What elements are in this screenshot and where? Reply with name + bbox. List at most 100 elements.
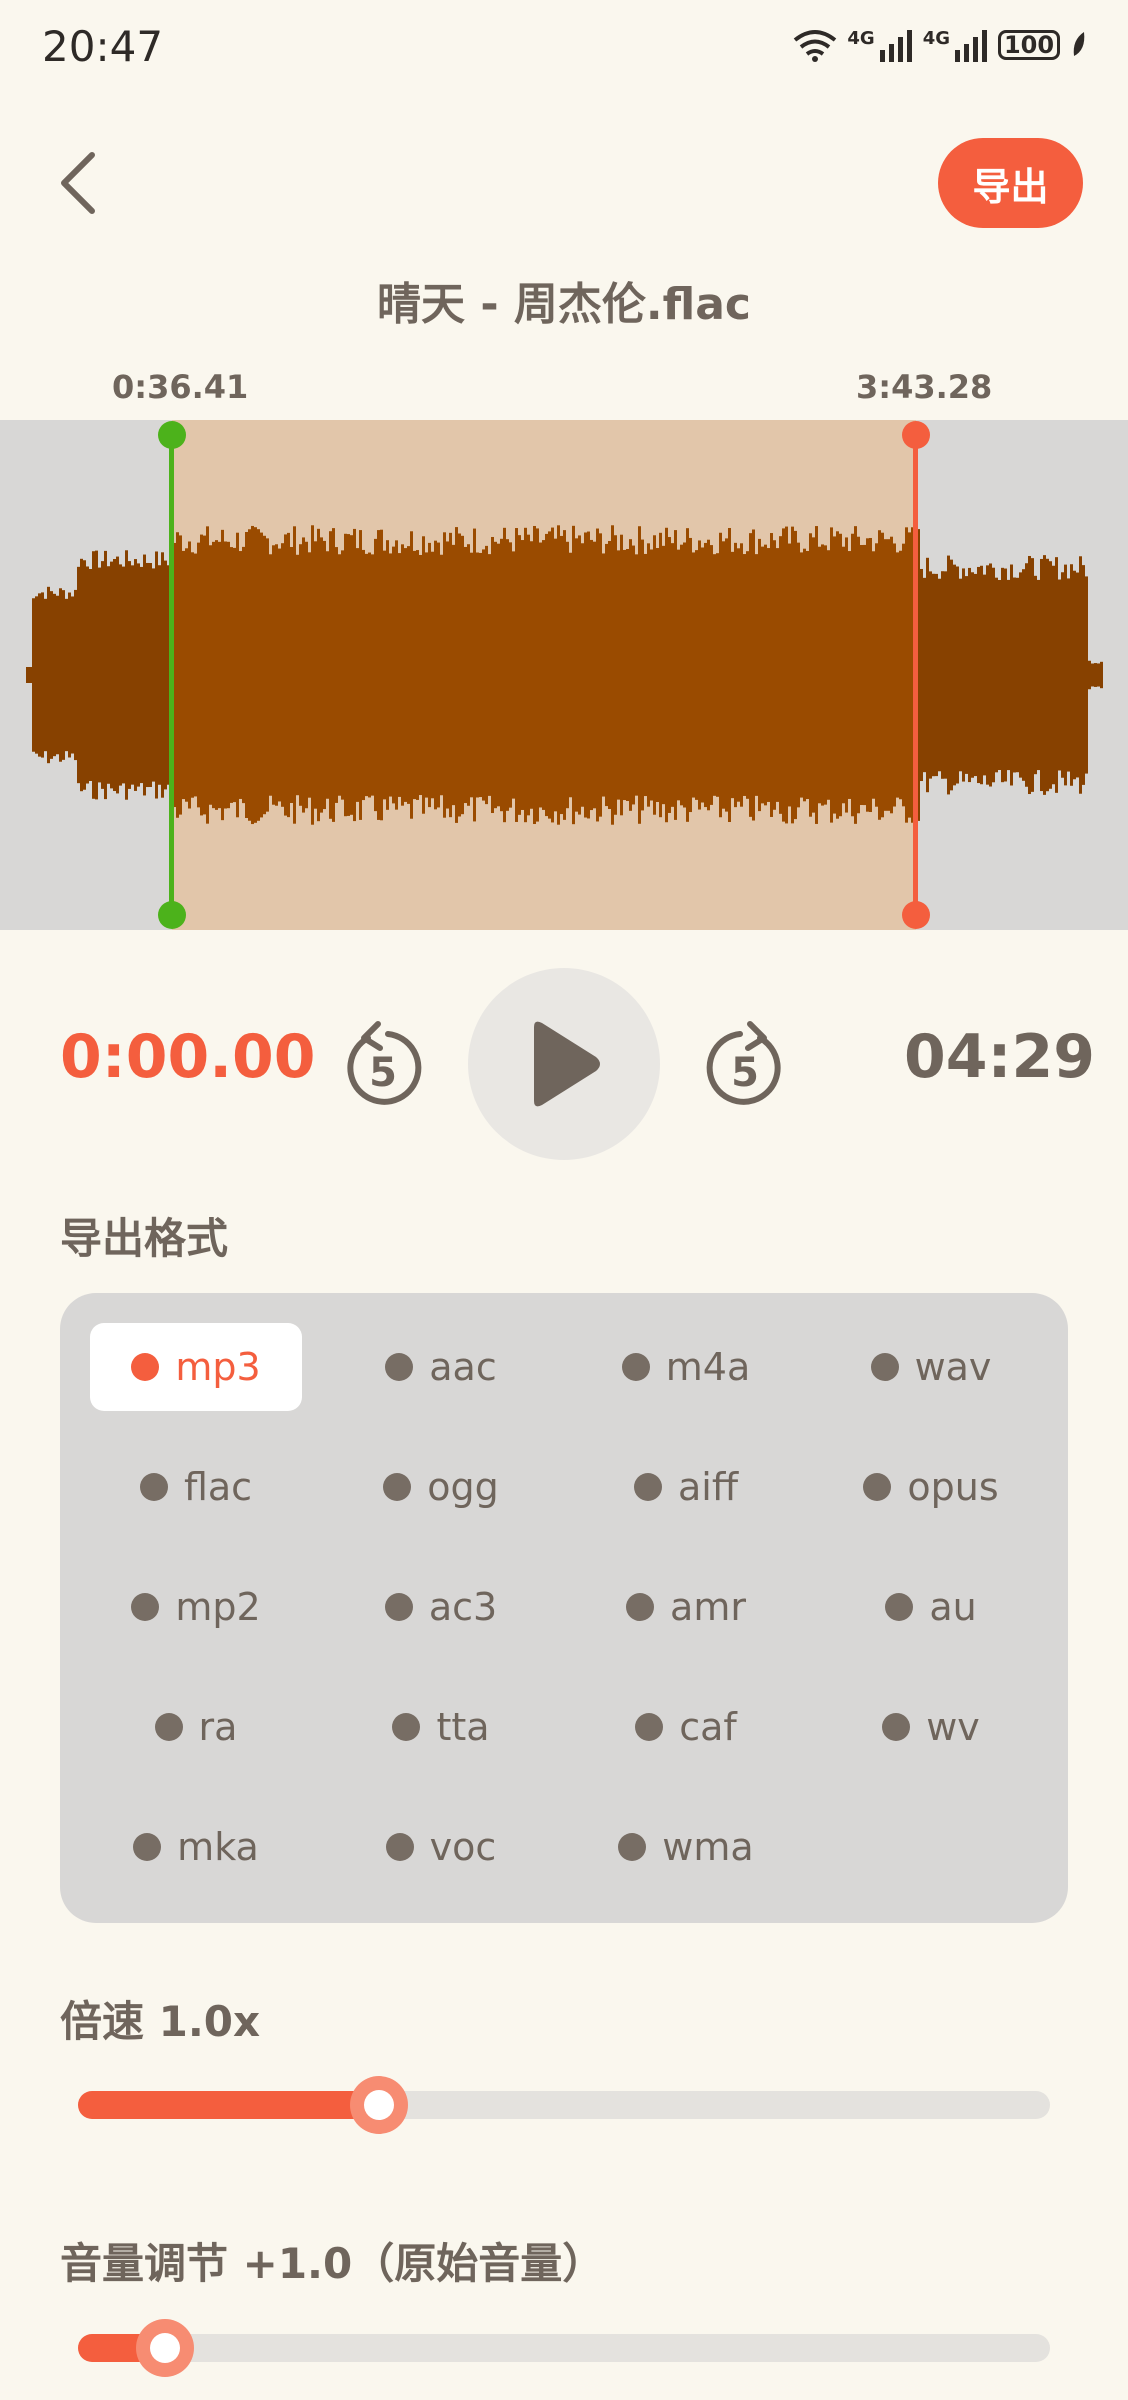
waveform-sample <box>1031 558 1034 792</box>
format-option-wv[interactable]: wv <box>825 1683 1037 1771</box>
format-option-aac[interactable]: aac <box>335 1323 547 1411</box>
radio-dot-icon <box>863 1473 892 1501</box>
format-option-mp3[interactable]: mp3 <box>90 1323 302 1411</box>
play-button[interactable] <box>468 968 660 1160</box>
waveform-sample <box>35 596 38 754</box>
waveform-sample <box>1070 564 1073 786</box>
waveform-sample <box>872 551 875 799</box>
waveform-sample <box>269 554 272 796</box>
radio-dot-icon <box>139 1473 168 1501</box>
waveform-sample <box>1082 565 1085 785</box>
forward-5s-button[interactable]: 5 <box>700 1018 790 1114</box>
waveform-sample <box>272 545 275 805</box>
waveform-sample <box>659 532 662 818</box>
format-option-ra[interactable]: ra <box>90 1683 302 1771</box>
trim-start-knob-bottom[interactable] <box>158 901 186 929</box>
waveform-sample <box>380 529 383 821</box>
waveform-sample <box>29 667 32 683</box>
waveform-sample <box>830 527 833 823</box>
waveform-sample <box>863 544 866 806</box>
volume-slider-track[interactable] <box>78 2334 1050 2362</box>
waveform-sample <box>704 542 707 808</box>
format-option-wma[interactable]: wma <box>580 1803 792 1891</box>
waveform-sample <box>443 532 446 818</box>
waveform-sample <box>644 553 647 797</box>
waveform-sample <box>383 550 386 800</box>
format-option-ac3[interactable]: ac3 <box>335 1563 547 1651</box>
trim-start-handle[interactable] <box>169 434 174 914</box>
format-option-mp2[interactable]: mp2 <box>90 1563 302 1651</box>
waveform-sample <box>1052 565 1055 785</box>
waveform-sample <box>581 543 584 807</box>
waveform-sample <box>635 554 638 796</box>
radio-dot-icon <box>633 1473 662 1501</box>
format-option-flac[interactable]: flac <box>90 1443 302 1531</box>
trim-end-knob-bottom[interactable] <box>902 901 930 929</box>
waveform-sample <box>875 543 878 807</box>
waveform-sample <box>323 540 326 810</box>
waveform-sample <box>950 559 953 791</box>
format-option-caf[interactable]: caf <box>580 1683 792 1771</box>
waveform-sample <box>1010 564 1013 786</box>
status-icons: 4G 4G 100 <box>793 28 1088 62</box>
waveform-sample <box>887 539 890 811</box>
waveform-sample <box>125 550 128 800</box>
waveform-sample <box>890 536 893 814</box>
export-button[interactable]: 导出 <box>938 138 1083 228</box>
waveform-sample <box>743 554 746 796</box>
waveform-sample <box>1097 663 1100 687</box>
waveform-sample <box>1019 572 1022 778</box>
speed-slider-thumb[interactable] <box>350 2076 409 2134</box>
waveform-sample <box>626 548 629 802</box>
back-button[interactable] <box>48 148 108 218</box>
waveform-sample <box>920 568 923 782</box>
waveform-sample <box>155 551 158 799</box>
radio-dot-icon <box>384 1593 413 1621</box>
waveform-sample <box>737 548 740 802</box>
waveform-sample <box>992 567 995 783</box>
waveform-sample <box>974 573 977 777</box>
waveform-sample <box>761 546 764 804</box>
waveform-sample <box>683 542 686 808</box>
trim-end-handle[interactable] <box>913 434 918 914</box>
waveform-sample <box>821 544 824 806</box>
format-option-au[interactable]: au <box>825 1563 1037 1651</box>
format-option-wav[interactable]: wav <box>825 1323 1037 1411</box>
format-option-opus[interactable]: opus <box>825 1443 1037 1531</box>
waveform-sample <box>104 550 107 800</box>
waveform-sample <box>44 598 47 752</box>
waveform-sample <box>656 548 659 802</box>
format-option-label: ogg <box>427 1465 499 1509</box>
waveform-sample <box>233 547 236 803</box>
status-time: 20:47 <box>42 22 164 71</box>
waveform-sample <box>968 567 971 783</box>
waveform-sample <box>953 564 956 786</box>
format-option-mka[interactable]: mka <box>90 1803 302 1891</box>
waveform-sample <box>305 541 308 809</box>
format-option-ogg[interactable]: ogg <box>335 1443 547 1531</box>
format-option-amr[interactable]: amr <box>580 1563 792 1651</box>
waveform-sample <box>509 542 512 808</box>
waveform-sample <box>356 548 359 802</box>
volume-slider-thumb[interactable] <box>136 2319 195 2377</box>
waveform-sample <box>686 528 689 822</box>
waveform-sample <box>725 538 728 812</box>
waveform-sample <box>542 540 545 810</box>
waveform-sample <box>575 538 578 812</box>
waveform-sample <box>413 550 416 800</box>
waveform-sample <box>446 541 449 809</box>
waveform-sample <box>1094 663 1097 687</box>
trim-end-knob-top[interactable] <box>902 421 930 449</box>
format-option-m4a[interactable]: m4a <box>580 1323 792 1411</box>
trim-start-knob-top[interactable] <box>158 421 186 449</box>
waveform-sample <box>728 527 731 823</box>
waveform-sample <box>653 535 656 815</box>
format-option-tta[interactable]: tta <box>335 1683 547 1771</box>
format-option-voc[interactable]: voc <box>335 1803 547 1891</box>
rewind-5s-button[interactable]: 5 <box>338 1018 428 1114</box>
waveform-sample <box>371 554 374 796</box>
waveform-sample <box>677 549 680 801</box>
waveform-sample <box>1001 567 1004 783</box>
waveform-sample <box>878 530 881 820</box>
format-option-aiff[interactable]: aiff <box>580 1443 792 1531</box>
